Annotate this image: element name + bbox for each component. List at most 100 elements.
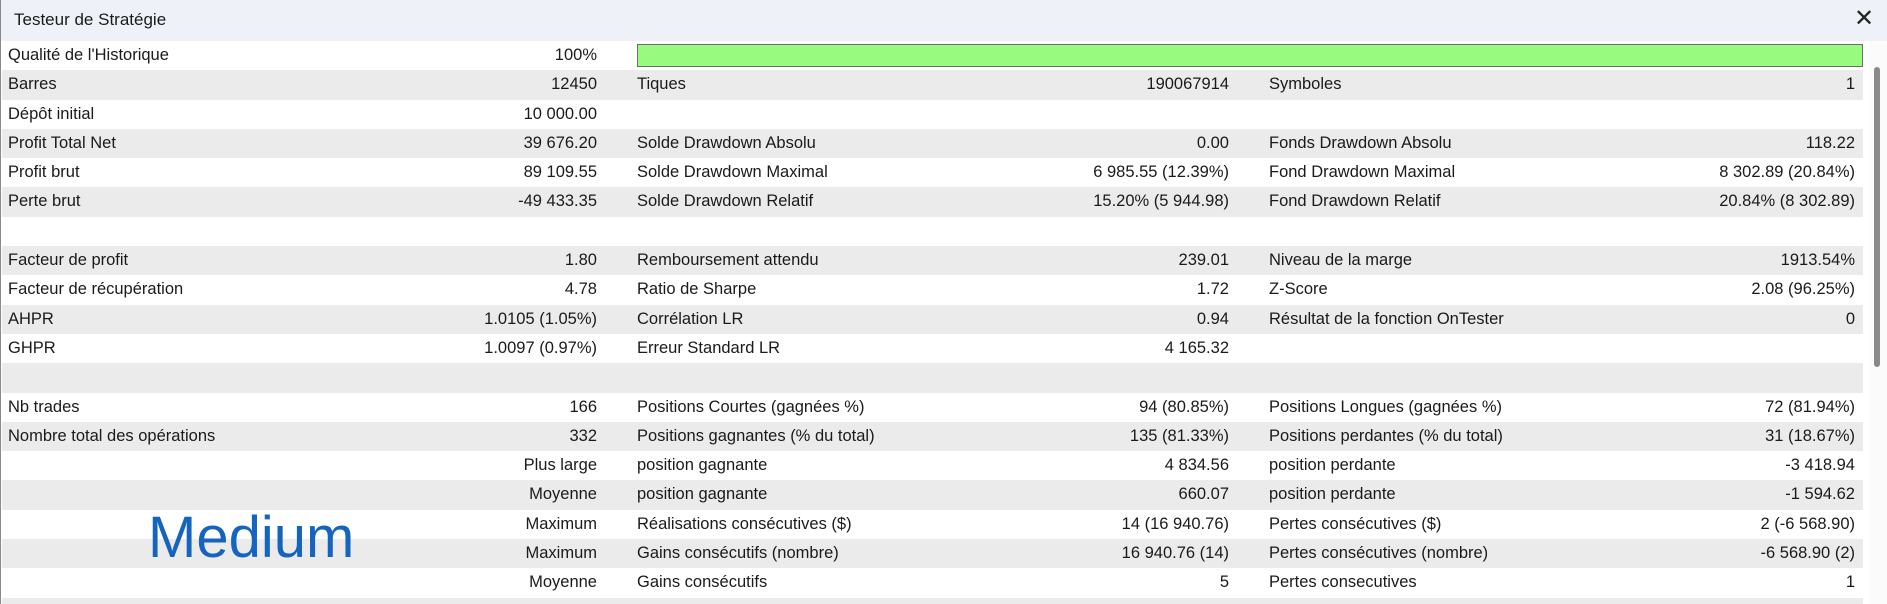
table-row: Moyenne Gains consécutifs 5 Pertes consecut… bbox=[2, 568, 1863, 597]
cell-value: Moyenne bbox=[529, 573, 597, 592]
table-row: Nombre total des opérations 332 Positions … bbox=[2, 421, 1863, 452]
cell-value: Maximum bbox=[525, 514, 597, 533]
cell-value: 31 (18.67%) bbox=[1765, 426, 1855, 445]
results-table: Qualité de l'Historique 100% Barres 12450… bbox=[2, 41, 1863, 604]
table-row bbox=[2, 217, 1863, 246]
cell-value: -1 594.62 bbox=[1785, 485, 1855, 504]
title-bar: Testeur de Stratégie ✕ bbox=[1, 0, 1887, 41]
table-row bbox=[2, 597, 1863, 604]
table-row: Facteur de récupération 4.78 Ratio de Shar… bbox=[2, 275, 1863, 304]
cell-value: 135 (81.33%) bbox=[1129, 426, 1229, 445]
cell-value: 166 bbox=[569, 397, 597, 416]
table-row: Barres 12450 Tiques 190067914 Symboles 1 bbox=[2, 70, 1863, 100]
cell-value: -6 568.90 (2) bbox=[1760, 544, 1855, 563]
cell-value: 1.0097 (0.97%) bbox=[484, 338, 597, 357]
cell-value: 6 985.55 (12.39%) bbox=[1093, 163, 1229, 182]
cell-label: Réalisations consécutives ($) bbox=[637, 514, 852, 533]
cell-value: 15.20% (5 944.98) bbox=[1093, 192, 1229, 211]
cell-value: 16 940.76 (14) bbox=[1121, 544, 1229, 563]
cell-label: Positions gagnantes (% du total) bbox=[637, 426, 875, 445]
table-row: GHPR 1.0097 (0.97%) Erreur Standard LR 4 16… bbox=[2, 334, 1863, 363]
history-quality-value: 100% bbox=[554, 46, 597, 64]
cell-label: position perdante bbox=[1269, 485, 1396, 504]
cell-value: Moyenne bbox=[529, 485, 597, 504]
cell-label: Pertes consécutives (nombre) bbox=[1269, 544, 1489, 563]
cell-label: Pertes consécutives ($) bbox=[1269, 514, 1442, 533]
cell-value: 332 bbox=[569, 426, 597, 445]
cell-label: Positions perdantes (% du total) bbox=[1269, 426, 1503, 445]
cell-label: Niveau de la marge bbox=[1269, 251, 1413, 270]
cell-value: 5 bbox=[1219, 573, 1229, 592]
cell-label: Gains consécutifs (nombre) bbox=[637, 544, 839, 563]
cell-value: 0 bbox=[1845, 309, 1855, 328]
cell-label: Gains consécutifs bbox=[637, 573, 768, 592]
cell-value: -3 418.94 bbox=[1785, 456, 1855, 475]
cell-label: Fond Drawdown Relatif bbox=[1269, 192, 1441, 211]
table-row: AHPR 1.0105 (1.05%) Corrélation LR 0.94 Résu… bbox=[2, 304, 1863, 334]
cell-label: Fonds Drawdown Absolu bbox=[1269, 133, 1452, 152]
history-quality-bar bbox=[637, 44, 1863, 67]
cell-value: 1913.54% bbox=[1780, 251, 1855, 270]
cell-label: Erreur Standard LR bbox=[637, 338, 781, 357]
cell-label: position perdante bbox=[1269, 456, 1396, 475]
table-row: Facteur de profit 1.80 Remboursement atten… bbox=[2, 246, 1863, 276]
table-row bbox=[2, 363, 1863, 393]
table-row-history-quality: Qualité de l'Historique 100% bbox=[2, 41, 1863, 70]
cell-label: Z-Score bbox=[1269, 280, 1328, 299]
cell-value: 1.72 bbox=[1196, 280, 1229, 299]
cell-label: position gagnante bbox=[637, 456, 768, 475]
cell-value: 39 676.20 bbox=[523, 133, 597, 152]
cell-value: 89 109.55 bbox=[523, 163, 597, 182]
cell-value: 72 (81.94%) bbox=[1765, 397, 1855, 416]
cell-value: Plus large bbox=[523, 456, 597, 475]
vertical-scrollbar[interactable] bbox=[1869, 41, 1887, 604]
cell-label: Positions Courtes (gagnées %) bbox=[637, 397, 865, 416]
cell-label: AHPR bbox=[8, 309, 54, 328]
table-row: Nb trades 166 Positions Courtes (gagnées %… bbox=[2, 393, 1863, 422]
cell-value: 4 165.32 bbox=[1164, 338, 1229, 357]
cell-value: 239.01 bbox=[1178, 251, 1229, 270]
cell-label: Dépôt initial bbox=[8, 104, 95, 123]
cell-label: Profit Total Net bbox=[8, 133, 116, 152]
cell-label: Tiques bbox=[637, 75, 686, 94]
cell-value: 118.22 bbox=[1805, 133, 1855, 152]
close-icon[interactable]: ✕ bbox=[1851, 6, 1877, 32]
cell-value: 1.80 bbox=[564, 251, 597, 270]
cell-label: Fond Drawdown Maximal bbox=[1269, 163, 1456, 182]
cell-value: 12450 bbox=[551, 75, 597, 94]
cell-value: 4 834.56 bbox=[1164, 456, 1229, 475]
cell-value: 94 (80.85%) bbox=[1139, 397, 1229, 416]
cell-label: GHPR bbox=[8, 338, 56, 357]
cell-label: Perte brut bbox=[8, 192, 81, 211]
scrollbar-thumb[interactable] bbox=[1874, 67, 1880, 367]
table-row: Moyenne position gagnante 660.07 position p… bbox=[2, 480, 1863, 510]
cell-value: 190067914 bbox=[1146, 75, 1229, 94]
cell-value: 4.78 bbox=[564, 280, 597, 299]
cell-value: 660.07 bbox=[1178, 485, 1229, 504]
cell-label: Facteur de profit bbox=[8, 251, 129, 270]
cell-label: Résultat de la fonction OnTester bbox=[1269, 309, 1504, 328]
cell-value: 1.0105 (1.05%) bbox=[484, 309, 597, 328]
cell-value: Maximum bbox=[525, 544, 597, 563]
cell-label: Profit brut bbox=[8, 163, 80, 182]
cell-label: position gagnante bbox=[637, 485, 768, 504]
cell-label: Barres bbox=[8, 75, 57, 94]
cell-label: Corrélation LR bbox=[637, 309, 744, 328]
cell-label: Solde Drawdown Relatif bbox=[637, 192, 814, 211]
cell-value: 1 bbox=[1845, 573, 1855, 592]
cell-label: Solde Drawdown Maximal bbox=[637, 163, 828, 182]
cell-label: Pertes consecutives bbox=[1269, 573, 1417, 592]
cell-label: Facteur de récupération bbox=[8, 280, 184, 299]
cell-label: Nombre total des opérations bbox=[8, 426, 216, 445]
cell-value: 0.00 bbox=[1196, 133, 1229, 152]
cell-value: 14 (16 940.76) bbox=[1121, 514, 1229, 533]
cell-label: Remboursement attendu bbox=[637, 251, 819, 270]
cell-label: Ratio de Sharpe bbox=[637, 280, 757, 299]
cell-value: -49 433.35 bbox=[518, 192, 597, 211]
table-row: Plus large position gagnante 4 834.56 posit… bbox=[2, 451, 1863, 480]
history-quality-label: Qualité de l'Historique bbox=[8, 46, 169, 64]
cell-value: 20.84% (8 302.89) bbox=[1719, 192, 1855, 211]
table-row: Perte brut -49 433.35 Solde Drawdown Relat… bbox=[2, 187, 1863, 217]
cell-label: Symboles bbox=[1269, 75, 1342, 94]
table-row: Maximum Gains consécutifs (nombre) 16 940.… bbox=[2, 539, 1863, 569]
